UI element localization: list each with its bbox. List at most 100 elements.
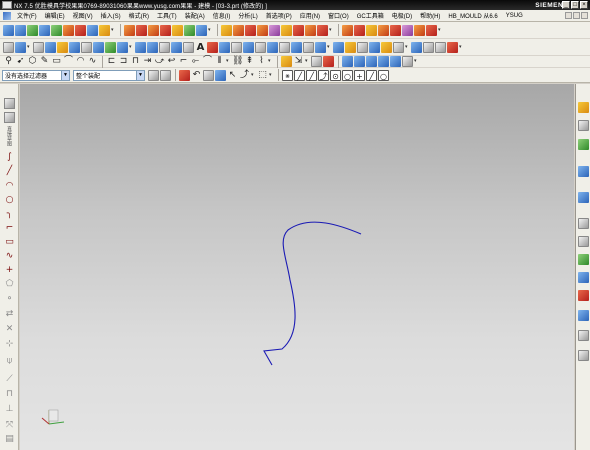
ejector-pin-icon[interactable]	[390, 24, 401, 36]
process-studio-icon[interactable]	[578, 254, 589, 265]
pocket-icon[interactable]	[75, 24, 86, 36]
thicken-icon[interactable]	[293, 24, 304, 36]
wrap-geometry-icon[interactable]	[317, 24, 328, 36]
section-surface-icon[interactable]	[219, 41, 230, 53]
system-materials-icon[interactable]	[578, 236, 589, 247]
fillet-curve-icon[interactable]: ⌒	[202, 56, 213, 67]
chamfer-icon[interactable]	[136, 24, 147, 36]
arrow-tool-icon[interactable]: ➹	[15, 56, 26, 67]
dropdown-arrow-icon[interactable]: ▾	[438, 25, 442, 36]
minimize-button[interactable]: _	[562, 1, 570, 9]
resize-face-icon[interactable]	[171, 41, 182, 53]
swept-icon[interactable]	[255, 41, 266, 53]
assembly-navigator-icon[interactable]	[578, 102, 589, 113]
rectangle-icon[interactable]: ▭	[51, 56, 62, 67]
quadrant-snap-icon[interactable]: ○	[342, 69, 353, 81]
offset-curve-icon[interactable]: ⊏	[106, 56, 117, 67]
section-view-icon[interactable]	[323, 56, 334, 67]
snap-point-icon[interactable]: ⨳	[282, 69, 293, 81]
display-constraints-icon[interactable]: ▤	[4, 434, 15, 445]
electrode-icon[interactable]	[426, 24, 437, 36]
helix-icon[interactable]: ⌇	[256, 56, 267, 67]
datum-plane-icon[interactable]	[15, 41, 26, 53]
select-all-icon[interactable]	[203, 69, 214, 81]
curve-length-icon[interactable]: ⟜	[190, 56, 201, 67]
blank-icon[interactable]	[393, 41, 404, 53]
pen-tool-icon[interactable]: ✎	[39, 56, 50, 67]
trim-body-icon[interactable]	[172, 24, 183, 36]
move-to-layer-icon[interactable]	[357, 41, 368, 53]
show-hide-icon[interactable]	[333, 41, 344, 53]
divide-curve-icon[interactable]: ⌐	[178, 56, 189, 67]
chevron-down-icon[interactable]: ▼	[136, 70, 144, 80]
dropdown-arrow-icon[interactable]: ▾	[414, 56, 418, 67]
dropdown-arrow-icon[interactable]: ▾	[329, 25, 333, 36]
wireframe-icon[interactable]	[366, 56, 377, 67]
open-file-icon[interactable]	[15, 24, 26, 36]
arc-icon[interactable]: ◠	[4, 181, 15, 192]
wave-link-icon[interactable]: ⛓	[232, 56, 243, 67]
face-blend-icon[interactable]	[315, 41, 326, 53]
text-tool-icon[interactable]: A	[195, 42, 206, 53]
cursor-icon[interactable]: ⤴	[239, 70, 250, 81]
existing-point-snap-icon[interactable]: +	[354, 69, 365, 81]
general-selection-filter-icon[interactable]	[148, 69, 159, 81]
sphere-icon[interactable]	[69, 41, 80, 53]
menu-window[interactable]: 窗口(O)	[324, 11, 353, 20]
palettes-icon[interactable]	[578, 330, 589, 341]
cylinder-icon[interactable]	[45, 41, 56, 53]
delete-face-icon[interactable]	[159, 41, 170, 53]
static-wireframe-icon[interactable]	[378, 56, 389, 67]
arc-tool-icon[interactable]: ◠	[75, 56, 86, 67]
close-button[interactable]: ×	[580, 1, 588, 9]
layer-filter-icon[interactable]	[160, 69, 171, 81]
revolve-icon[interactable]	[39, 24, 50, 36]
part-navigator-icon[interactable]	[578, 139, 589, 150]
rectangle-icon[interactable]: ▭	[4, 237, 15, 248]
through-curve-mesh-icon[interactable]	[243, 41, 254, 53]
dropdown-arrow-icon[interactable]: ▾	[208, 25, 212, 36]
intersect-icon[interactable]	[245, 24, 256, 36]
menu-edit[interactable]: 编辑(E)	[41, 11, 69, 20]
subtract-icon[interactable]	[233, 24, 244, 36]
menu-hb-mould[interactable]: HB_MOULD 从6.6	[444, 11, 501, 20]
mold-library-icon[interactable]	[578, 350, 589, 361]
quick-extend-icon[interactable]: ⟋	[4, 374, 15, 385]
menu-electrode[interactable]: 电极(D)	[388, 11, 416, 20]
scale-body-icon[interactable]	[305, 24, 316, 36]
patch-icon[interactable]	[269, 24, 280, 36]
studio-spline-icon[interactable]: ∿	[4, 251, 15, 262]
selection-scope-select[interactable]: 整个装配 ▼	[73, 69, 145, 81]
trim-curve-icon[interactable]: ↩	[166, 56, 177, 67]
new-file-icon[interactable]	[3, 24, 14, 36]
dropdown-arrow-icon[interactable]: ▾	[27, 42, 31, 53]
through-curves-icon[interactable]	[231, 41, 242, 53]
draft-icon[interactable]	[160, 24, 171, 36]
direction-icon[interactable]: ↖	[227, 70, 238, 81]
split-body-icon[interactable]	[184, 24, 195, 36]
intersection-point-icon[interactable]: ✕	[4, 324, 15, 335]
line-icon[interactable]: ╱	[4, 166, 15, 177]
type-filter-select[interactable]: 没有选择过滤器 ▼	[2, 69, 70, 81]
edge-blend-icon[interactable]	[124, 24, 135, 36]
point-on-curve-snap-icon[interactable]: ╱	[366, 69, 377, 81]
scale-curve-icon[interactable]: ⇲	[293, 56, 304, 67]
extract-geometry-icon[interactable]	[93, 41, 104, 53]
menu-analysis[interactable]: 分析(L)	[234, 11, 261, 20]
endpoint-snap-icon[interactable]: ╱	[294, 69, 305, 81]
pattern-curve-icon[interactable]: ⚬	[4, 294, 15, 305]
shaded-edges-icon[interactable]	[354, 56, 365, 67]
chamfer-icon[interactable]: ⌐	[4, 223, 15, 234]
dropdown-arrow-icon[interactable]: ▾	[226, 56, 230, 67]
offset-region-icon[interactable]	[183, 41, 194, 53]
midpoint-snap-icon[interactable]: ╱	[306, 69, 317, 81]
make-corner-icon[interactable]: ⊓	[4, 389, 15, 400]
nx-app-icon[interactable]	[2, 1, 12, 9]
rotate-view-icon[interactable]	[435, 41, 446, 53]
dropdown-arrow-icon[interactable]: ▾	[111, 25, 115, 36]
control-point-snap-icon[interactable]: ⤴	[318, 69, 329, 81]
snap-view-icon[interactable]	[447, 41, 458, 53]
intersection-curve-icon[interactable]: ⤻	[154, 56, 165, 67]
doc-minimize-button[interactable]	[565, 12, 572, 19]
dropdown-arrow-icon[interactable]: ▾	[305, 56, 309, 67]
